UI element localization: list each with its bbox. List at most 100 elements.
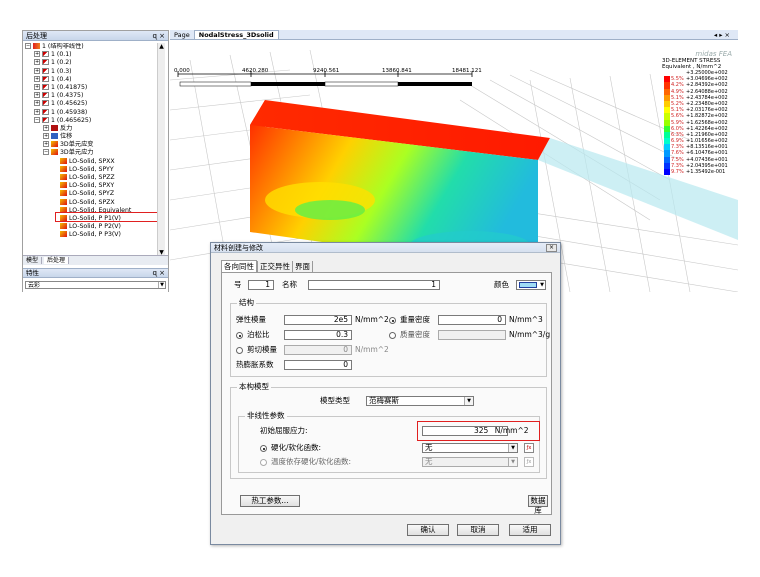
expand-icon[interactable]: + xyxy=(43,133,49,140)
tree-item[interactable]: LO-Solid, SPYZ xyxy=(25,190,157,198)
properties-pin-close-icon[interactable]: ɋ × xyxy=(152,269,165,278)
elastic-modulus-unit: N/mm^2 xyxy=(355,315,389,324)
expand-icon[interactable]: + xyxy=(34,108,40,115)
elastic-modulus-field[interactable]: 2e5 xyxy=(284,315,352,325)
shear-modulus-radio[interactable] xyxy=(236,347,243,354)
hardening-select[interactable]: 无 ▼ xyxy=(422,443,518,453)
tab-nodal-stress[interactable]: NodalStress_3Dsolid xyxy=(193,30,279,39)
tree-item-label: LO-Solid, SPYZ xyxy=(69,190,115,198)
function-editor-disabled-icon[interactable]: ƒx xyxy=(524,457,534,467)
name-field[interactable]: 1 xyxy=(308,280,440,290)
thermal-params-button[interactable]: 热工参数... xyxy=(240,495,300,507)
model-type-label: 模型类型 xyxy=(320,396,350,405)
shear-modulus-label: 剪切模量 xyxy=(247,345,277,354)
collapse-icon[interactable]: − xyxy=(25,43,31,49)
tree-item-label: 1 (0.4) xyxy=(51,75,72,83)
temp-hardening-radio[interactable] xyxy=(260,459,267,466)
properties-select[interactable]: 云彩 ▼ xyxy=(25,281,166,289)
mass-density-field[interactable] xyxy=(438,330,506,340)
poisson-ratio-field[interactable]: 0.3 xyxy=(284,330,352,340)
chevron-down-icon[interactable]: ▼ xyxy=(540,281,544,289)
expand-icon[interactable]: + xyxy=(34,51,40,58)
function-editor-icon[interactable]: ƒx xyxy=(524,443,534,453)
tree-item[interactable]: +1 (0.41875) xyxy=(25,83,157,92)
post-processing-panel-title: 后处理 xyxy=(26,32,47,40)
tab-model[interactable]: 模型 xyxy=(23,257,43,264)
tree-item[interactable]: +1 (0.4375) xyxy=(25,92,157,100)
view-tab-bar: Page NodalStress_3Dsolid ◂ ▸ × xyxy=(170,30,738,40)
scroll-up-icon[interactable]: ▲ xyxy=(158,43,165,51)
tree-item[interactable]: +1 (0.45625) xyxy=(25,100,157,108)
close-icon[interactable]: × xyxy=(546,244,557,252)
result-type-icon xyxy=(60,231,67,238)
constitutive-model-group-title: 本构模型 xyxy=(237,382,271,392)
legend-swatch xyxy=(664,169,670,176)
tree-item[interactable]: LO-Solid, SPXY xyxy=(25,182,157,190)
tree-item-label: 3D单元应力 xyxy=(60,149,94,157)
tree-item[interactable]: LO-Solid, SPXX xyxy=(25,157,157,166)
thermal-expansion-field[interactable]: 0 xyxy=(284,360,352,370)
tree-item-label: 反力 xyxy=(60,124,73,132)
shear-modulus-field[interactable]: 0 xyxy=(284,345,352,355)
result-type-icon xyxy=(33,43,40,49)
collapse-icon[interactable]: − xyxy=(43,149,49,156)
tab-page[interactable]: Page xyxy=(170,31,194,39)
panel-pin-close-icon[interactable]: ɋ × xyxy=(152,31,165,41)
chevron-down-icon[interactable]: ▼ xyxy=(508,458,517,466)
expand-icon[interactable]: + xyxy=(34,100,40,107)
tree-item[interactable]: +1 (0.1) xyxy=(25,51,157,59)
weight-density-label: 重量密度 xyxy=(400,315,430,324)
tree-item[interactable]: LO-Solid, SPZZ xyxy=(25,174,157,182)
cancel-button[interactable]: 取消 xyxy=(457,524,499,536)
expand-icon[interactable]: + xyxy=(34,59,40,66)
temp-hardening-value: 无 xyxy=(425,457,433,466)
view-nav-close-icon[interactable]: ◂ ▸ × xyxy=(710,30,734,40)
result-type-icon xyxy=(51,124,58,131)
legend-row: 9.7% +1.35492e-001 xyxy=(662,169,738,176)
tree-item[interactable]: LO-Solid, P P3(V) xyxy=(25,231,157,239)
number-field[interactable]: 1 xyxy=(248,280,274,290)
tree-item[interactable]: +1 (0.4) xyxy=(25,75,157,84)
result-type-icon xyxy=(60,174,67,180)
chevron-down-icon[interactable]: ▼ xyxy=(508,444,517,452)
tree-item[interactable]: + 反力 xyxy=(25,124,157,133)
thermal-expansion-label: 热膨胀系数 xyxy=(236,360,274,369)
tree-item[interactable]: − 1 (结构非线性) xyxy=(25,43,157,51)
expand-icon[interactable]: + xyxy=(43,124,49,131)
expand-icon[interactable]: + xyxy=(43,141,49,148)
chevron-down-icon[interactable]: ▼ xyxy=(158,282,165,288)
midas-fea-logo: midas FEA xyxy=(695,50,732,58)
mass-density-radio[interactable] xyxy=(389,332,396,339)
model-type-select[interactable]: 范梅赛斯 ▼ xyxy=(366,396,474,406)
expand-icon[interactable]: + xyxy=(34,75,40,82)
apply-button[interactable]: 适用 xyxy=(509,524,551,536)
collapse-icon[interactable]: − xyxy=(34,116,40,123)
properties-select-value: 云彩 xyxy=(28,282,41,289)
tree-item[interactable]: − 1 (0.465625) xyxy=(25,116,157,125)
expand-icon[interactable]: + xyxy=(34,67,40,74)
chevron-down-icon[interactable]: ▼ xyxy=(464,397,473,405)
temp-hardening-select[interactable]: 无 ▼ xyxy=(422,457,518,467)
tree-item-label: LO-Solid, SPYY xyxy=(69,165,114,173)
tree-item[interactable]: − 3D单元应力 xyxy=(25,149,157,157)
tree-item[interactable]: +1 (0.3) xyxy=(25,67,157,76)
poisson-ratio-radio[interactable] xyxy=(236,332,243,339)
post-processing-panel: 后处理 ɋ × −1 (结构非线性) +1 (0.1) +1 (0.2) +1 (0.… xyxy=(22,30,169,292)
library-button[interactable]: 数据库 xyxy=(528,495,548,515)
tree-item[interactable]: LO-Solid, P P2(V) xyxy=(25,223,157,231)
weight-density-radio[interactable] xyxy=(389,317,396,324)
tree-scrollbar[interactable]: ▲ ▼ xyxy=(157,43,165,261)
ok-button[interactable]: 确认 xyxy=(407,524,449,536)
dialog-title-bar[interactable]: 材料创建与修改 xyxy=(211,243,560,253)
hardening-radio[interactable] xyxy=(260,445,267,452)
color-picker[interactable]: ▼ xyxy=(516,280,546,290)
tree-item[interactable]: +1 (0.2) xyxy=(25,59,157,67)
tree-item[interactable]: LO-Solid, SPYY xyxy=(25,165,157,174)
result-type-icon xyxy=(51,133,58,140)
weight-density-field[interactable]: 0 xyxy=(438,315,506,325)
tree-item[interactable]: LO-Solid, SPZX xyxy=(25,198,157,207)
tab-post-processing[interactable]: 后处理 xyxy=(44,257,70,264)
expand-icon[interactable]: + xyxy=(34,92,40,99)
expand-icon[interactable]: + xyxy=(34,83,40,90)
tree-item[interactable]: +1 (0.45938) xyxy=(25,108,157,117)
